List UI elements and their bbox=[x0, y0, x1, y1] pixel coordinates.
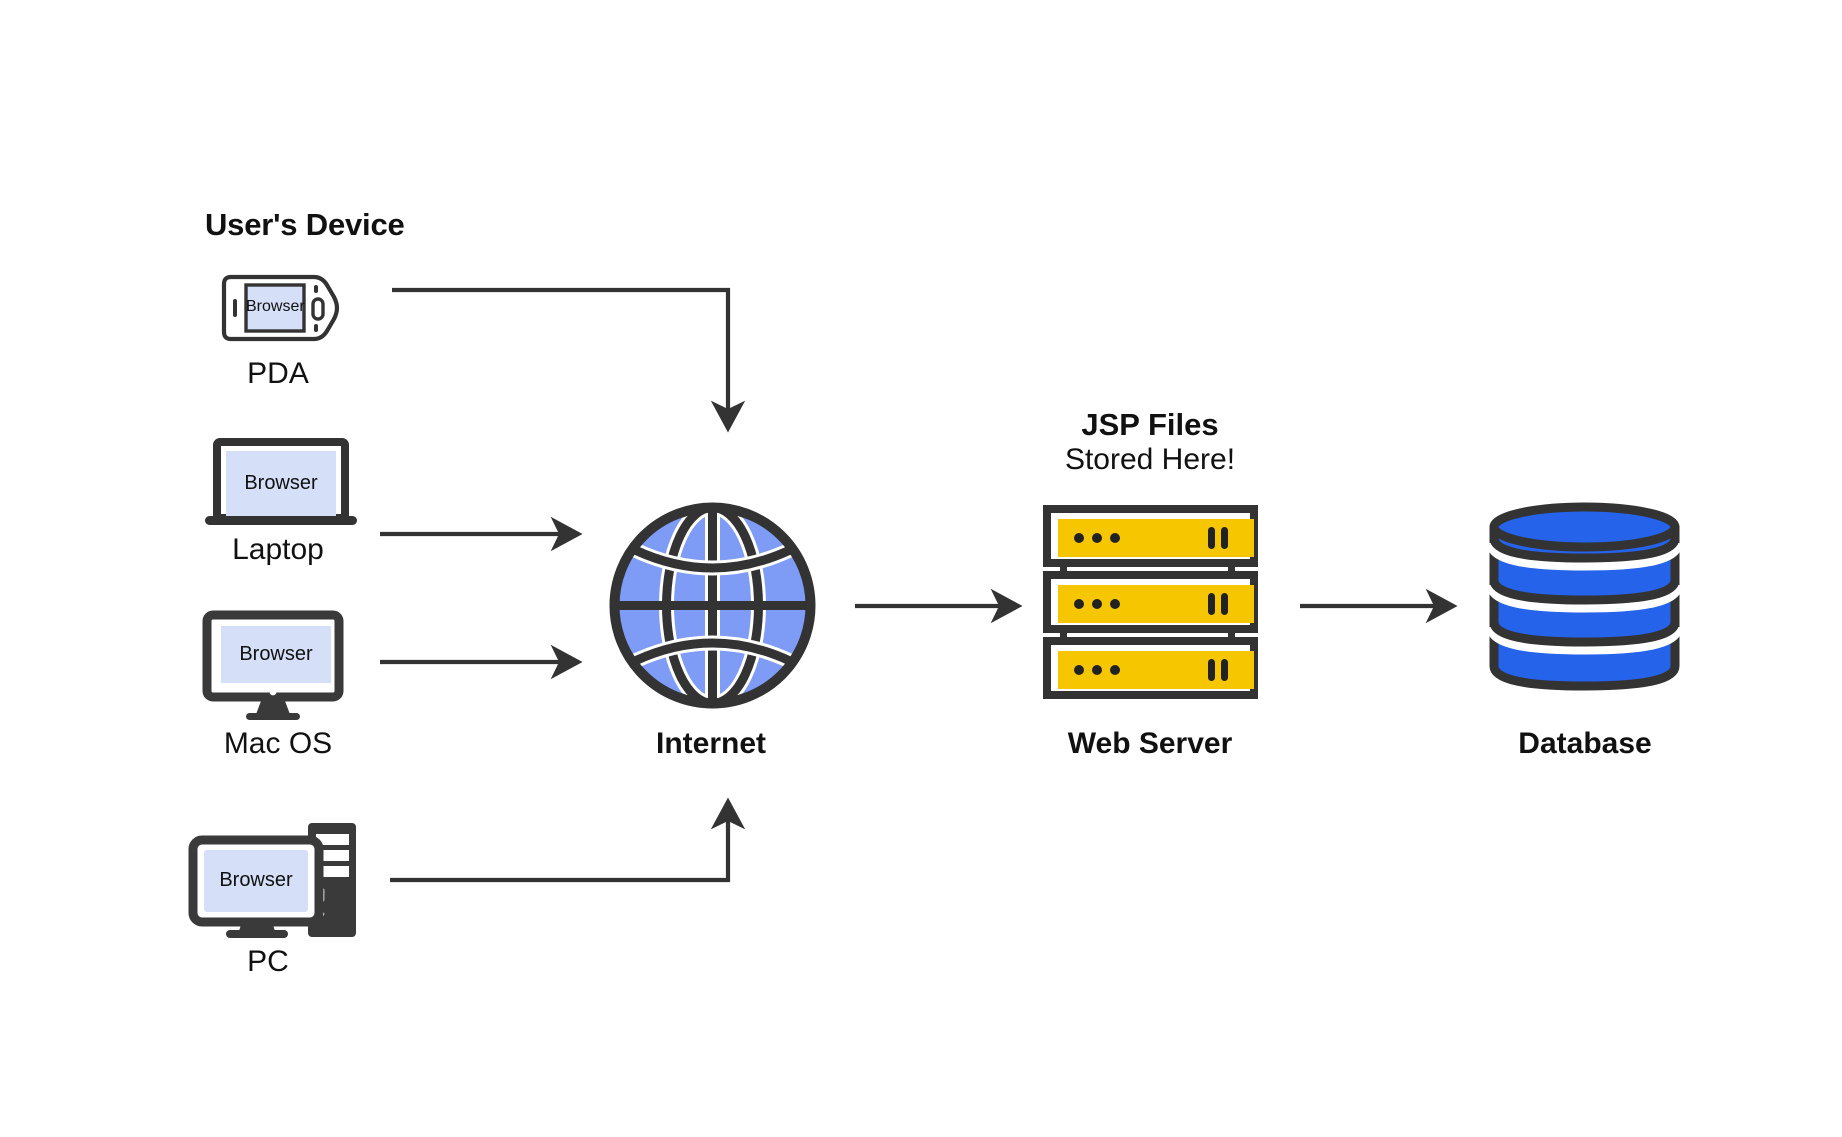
pc-screen-text: Browser bbox=[204, 870, 308, 890]
node-web-server[interactable] bbox=[1043, 505, 1258, 705]
laptop-screen-text: Browser bbox=[226, 473, 336, 493]
diagram-canvas: User's Device bbox=[0, 0, 1842, 1137]
connector-pda-to-internet bbox=[392, 290, 728, 425]
device-macos[interactable]: Browser bbox=[205, 613, 341, 723]
device-label-macos: Mac OS bbox=[158, 727, 398, 761]
server-rack-icon bbox=[1043, 505, 1258, 705]
node-label-database: Database bbox=[1435, 727, 1735, 761]
callout-jsp-files-line1: JSP Files bbox=[1000, 408, 1300, 443]
node-internet[interactable] bbox=[607, 500, 818, 711]
device-label-pda: PDA bbox=[158, 357, 398, 391]
node-label-web-server: Web Server bbox=[1000, 727, 1300, 761]
device-label-laptop: Laptop bbox=[158, 533, 398, 567]
node-database[interactable] bbox=[1487, 500, 1682, 693]
server-rack-unit bbox=[1047, 575, 1254, 641]
device-laptop[interactable]: Browser bbox=[205, 440, 357, 530]
server-rack-unit bbox=[1047, 641, 1254, 695]
device-label-pc: PC bbox=[148, 945, 388, 979]
imac-monitor-icon bbox=[205, 613, 341, 723]
callout-jsp-files: JSP Files Stored Here! bbox=[1000, 408, 1300, 476]
macos-screen-text: Browser bbox=[221, 644, 331, 664]
device-pc[interactable]: Browser bbox=[190, 820, 360, 945]
node-label-internet: Internet bbox=[561, 727, 861, 761]
callout-jsp-files-line2: Stored Here! bbox=[1000, 443, 1300, 477]
device-pda[interactable]: Browser bbox=[218, 274, 340, 342]
pda-screen-text: Browser bbox=[246, 299, 304, 315]
database-cylinder-icon bbox=[1487, 500, 1682, 693]
globe-icon bbox=[607, 500, 818, 711]
server-rack-unit bbox=[1047, 509, 1254, 575]
connector-pc-to-internet bbox=[390, 805, 728, 880]
